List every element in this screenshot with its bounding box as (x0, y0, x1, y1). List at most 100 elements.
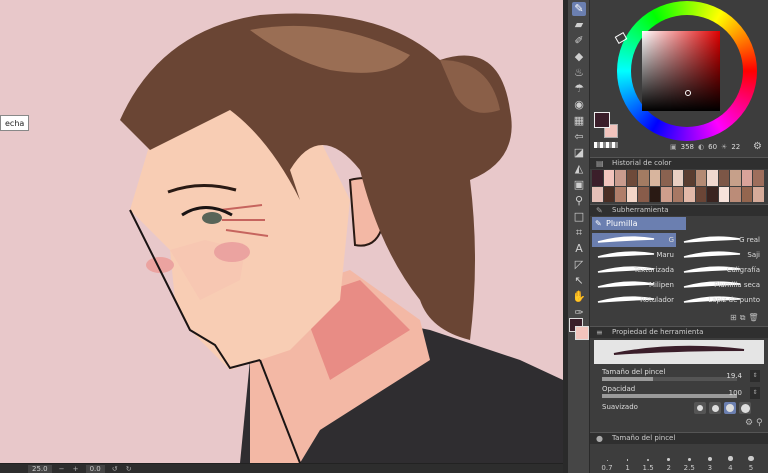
airbrush-tool-icon[interactable]: ✐ (572, 34, 586, 48)
history-color-cell[interactable] (603, 170, 615, 186)
history-color-cell[interactable] (638, 170, 649, 186)
hand-tool-icon[interactable]: ✋ (572, 290, 586, 304)
smoothing-option[interactable] (739, 402, 751, 414)
drawing-canvas[interactable]: echa (0, 0, 563, 463)
history-color-cell[interactable] (649, 170, 661, 186)
brush-size-stepper[interactable]: ⇕ (750, 370, 760, 382)
saturation-value-square[interactable] (642, 31, 720, 111)
selection-tool-icon[interactable]: □ (572, 210, 586, 224)
brush-item[interactable]: Lápiz de punto (678, 293, 762, 307)
history-color-cell[interactable] (661, 186, 672, 202)
opacity-slider[interactable] (602, 394, 737, 398)
history-color-cell[interactable] (730, 170, 741, 186)
brush-size-preset[interactable]: 5 (742, 446, 760, 472)
operation-tool-icon[interactable]: ↖ (572, 274, 586, 288)
grid-tool-icon[interactable]: ▦ (572, 114, 586, 128)
brush-item[interactable]: Caligrafía (678, 263, 762, 277)
subtool-group-tab[interactable]: ✎ Plumilla (592, 217, 686, 230)
history-color-cell[interactable] (649, 186, 661, 202)
history-color-cell[interactable] (718, 186, 730, 202)
brush-size-preset[interactable]: 1.5 (639, 446, 657, 472)
blend-tool-icon[interactable]: ☂ (572, 82, 586, 96)
brush-size-preset[interactable]: 4 (721, 446, 739, 472)
brush-size-preset[interactable]: 1 (619, 446, 637, 472)
history-color-cell[interactable] (592, 186, 603, 202)
move-tool-icon[interactable]: ⇦ (572, 130, 586, 144)
history-color-cell[interactable] (615, 186, 626, 202)
opacity-row[interactable]: Opacidad 100 ⇕ (594, 385, 764, 401)
text-tool-icon[interactable]: A (572, 242, 586, 256)
delete-subtool-icon[interactable]: 🗑 (748, 313, 758, 323)
opacity-stepper[interactable]: ⇕ (750, 387, 760, 399)
history-color-cell[interactable] (592, 170, 603, 186)
history-color-cell[interactable] (672, 170, 684, 186)
history-color-cell[interactable] (684, 186, 695, 202)
brush-size-preset[interactable]: 3 (701, 446, 719, 472)
copy-subtool-icon[interactable]: ⧉ (740, 313, 746, 323)
brush-tool-icon[interactable]: ▰ (572, 18, 586, 32)
history-color-cell[interactable] (730, 186, 741, 202)
rotate-left-icon[interactable]: ↺ (111, 465, 119, 473)
brush-item[interactable]: G (592, 233, 676, 247)
brush-item[interactable]: Milipen (592, 278, 676, 292)
brush-item[interactable]: Maru (592, 248, 676, 262)
sv-cursor[interactable] (685, 90, 691, 96)
history-color-cell[interactable] (661, 170, 672, 186)
rotate-right-icon[interactable]: ↻ (125, 465, 133, 473)
frame-tool-icon[interactable]: ◸ (572, 258, 586, 272)
brush-item[interactable]: Plumilla seca (678, 278, 762, 292)
main-color-swatch[interactable] (594, 112, 610, 128)
history-color-cell[interactable] (684, 170, 695, 186)
brush-size-preset[interactable]: 2 (660, 446, 678, 472)
history-color-cell[interactable] (753, 170, 764, 186)
history-color-cell[interactable] (707, 170, 718, 186)
figure-tool-icon[interactable]: ⌗ (572, 226, 586, 240)
bucket-tool-icon[interactable]: ◪ (572, 146, 586, 160)
new-subtool-icon[interactable]: ⊞ (730, 313, 737, 323)
decoration-tool-icon[interactable]: ♨ (572, 66, 586, 80)
brush-item[interactable]: Texturizada (592, 263, 676, 277)
history-color-cell[interactable] (672, 186, 684, 202)
brush-size-slider[interactable] (602, 377, 737, 381)
tool-property-header[interactable]: ≡ Propiedad de herramienta (590, 326, 768, 338)
brush-size-row[interactable]: Tamaño del pincel 19.4 ⇕ (594, 368, 764, 384)
rotation-readout[interactable]: 0.0 (85, 464, 105, 473)
history-color-cell[interactable] (707, 186, 718, 202)
history-color-cell[interactable] (626, 186, 638, 202)
fill-tool-icon[interactable]: ◉ (572, 98, 586, 112)
subtool-header[interactable]: ✎ Subherramienta (590, 204, 768, 216)
brush-item[interactable]: Rotulador (592, 293, 676, 307)
smoothing-option[interactable] (694, 402, 706, 414)
gear-icon[interactable]: ⚙ (753, 141, 762, 152)
brush-size-preset[interactable]: 2.5 (680, 446, 698, 472)
color-history-header[interactable]: ▤ Historial de color (590, 157, 768, 169)
brush-item[interactable]: G real (678, 233, 762, 247)
zoom-readout[interactable]: 25.0 (28, 464, 52, 473)
lasso-tool-icon[interactable]: ▣ (572, 178, 586, 192)
brush-size-preset[interactable]: 0.7 (598, 446, 616, 472)
history-color-cell[interactable] (741, 186, 753, 202)
brush-size-header[interactable]: ● Tamaño del pincel (590, 432, 768, 444)
history-color-cell[interactable] (638, 186, 649, 202)
transparent-color-swatch[interactable] (594, 142, 618, 148)
brush-item[interactable]: Saji (678, 248, 762, 262)
zoom-in-icon[interactable]: + (72, 465, 80, 473)
history-color-cell[interactable] (695, 186, 707, 202)
smoothing-option[interactable] (724, 402, 736, 414)
tool-settings-icon[interactable]: ⚙ (745, 418, 753, 428)
smoothing-option[interactable] (709, 402, 721, 414)
history-color-cell[interactable] (718, 170, 730, 186)
history-color-cell[interactable] (695, 170, 707, 186)
tools-sub-color-swatch[interactable] (575, 326, 589, 340)
history-color-cell[interactable] (615, 170, 626, 186)
pen-tool-icon[interactable]: ✎ (572, 2, 586, 16)
gradient-tool-icon[interactable]: ◭ (572, 162, 586, 176)
history-color-cell[interactable] (603, 186, 615, 202)
magic-wand-tool-icon[interactable]: ⚲ (572, 194, 586, 208)
history-color-cell[interactable] (741, 170, 753, 186)
history-color-cell[interactable] (753, 186, 764, 202)
eraser-tool-icon[interactable]: ◆ (572, 50, 586, 64)
zoom-out-icon[interactable]: − (58, 465, 66, 473)
history-color-cell[interactable] (626, 170, 638, 186)
magnify-icon[interactable]: ⚲ (756, 418, 763, 428)
